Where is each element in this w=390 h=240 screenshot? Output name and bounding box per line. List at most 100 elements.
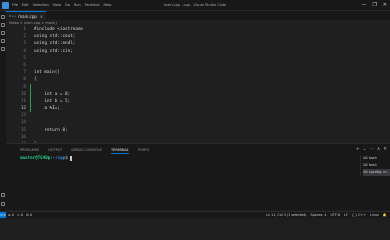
language-mode[interactable]: { } C++ [352, 212, 366, 218]
panel-tabs: PROBLEMS OUTPUT DEBUG CONSOLE TERMINAL P… [20, 147, 149, 154]
line-number: 2 [23, 34, 26, 40]
terminal-list-label: bash [368, 156, 377, 160]
search-icon[interactable] [1, 23, 5, 27]
encoding[interactable]: UTF-8 [331, 212, 341, 218]
code-line[interactable]: 9 [6, 83, 390, 91]
warnings-count[interactable]: ⚠ 0 [17, 212, 23, 218]
code-line[interactable]: 3 using std::endl; [6, 40, 390, 47]
line-number: 8 [23, 77, 26, 83]
line-number: 16 [20, 134, 26, 140]
git-change-marker [30, 105, 31, 113]
tab-close-icon[interactable]: × [40, 14, 43, 19]
tab-main-cpp[interactable]: C++ main.cpp × [6, 11, 47, 20]
status-left: ⊗ 0 ⚠ 0 ⚙ 0 [8, 212, 32, 218]
maximize-panel-icon[interactable]: ∧ [377, 147, 380, 153]
terminal-list-item[interactable]: ⌨bash [363, 162, 390, 169]
editor-area: C++ main.cpp × Video > main.cpp > main()… [6, 11, 390, 154]
panel-controls: + ⌄ ⋯ ∧ ✕ [356, 147, 387, 153]
remote-indicator-icon[interactable]: >< [0, 212, 6, 218]
line-number: 14 [20, 120, 26, 126]
window-controls: — ❐ ✕ [361, 2, 387, 8]
notifications-icon[interactable]: 🔔 [383, 212, 387, 218]
indentation[interactable]: Spaces: 4 [310, 212, 326, 218]
terminal-list-item[interactable]: ⌨bash [363, 155, 390, 162]
line-number: 9 [23, 84, 26, 90]
status-right: Ln 11, Col 3 (1 selected) Spaces: 4 UTF-… [266, 212, 387, 218]
tab-debug-console[interactable]: DEBUG CONSOLE [71, 147, 102, 154]
git-change-marker [30, 97, 31, 106]
more-actions-icon[interactable]: ⋯ [369, 147, 374, 153]
terminal-output[interactable]: master@T540p:~/cpp$ [20, 155, 73, 161]
close-icon[interactable]: ✕ [383, 2, 387, 8]
terminal-list: ⌨bash ⌨bash ⌨cppdbg: m… [360, 155, 390, 176]
settings-gear-icon[interactable] [1, 202, 5, 206]
run-debug-icon[interactable] [1, 39, 5, 43]
cursor-position[interactable]: Ln 11, Col 3 (1 selected) [266, 212, 306, 218]
terminal-icon: ⌨ [363, 156, 368, 160]
code-text: using std::endl; [34, 41, 76, 47]
code-text: a %I=; [34, 106, 60, 112]
line-number: 11 [20, 98, 26, 104]
tab-ports[interactable]: PORTS [138, 147, 149, 154]
code-line[interactable]: 15 return 0; [6, 127, 390, 134]
line-ending[interactable]: LF [344, 212, 348, 218]
code-line[interactable]: 11 int b = 5; [6, 97, 390, 106]
terminal-dropdown-icon[interactable]: ⌄ [363, 147, 367, 153]
line-number: 15 [20, 127, 26, 133]
code-line[interactable]: 1 #include <iostream> [6, 26, 390, 33]
code-text: int a = 0; [34, 91, 71, 97]
code-line[interactable]: 13 [6, 112, 390, 119]
explorer-icon[interactable] [1, 15, 5, 19]
terminal-list-item[interactable]: ⌨cppdbg: m… [363, 169, 390, 176]
ports-count[interactable]: ⚙ 0 [26, 212, 32, 218]
terminal-icon: ⌨ [363, 163, 368, 167]
close-panel-icon[interactable]: ✕ [383, 147, 387, 153]
line-number: 7 [23, 70, 26, 76]
line-number: 12 [20, 106, 26, 112]
code-text: #include <iostream> [34, 27, 84, 32]
window-title: main.cpp - cpp - Visual Studio Code [163, 3, 227, 7]
code-line[interactable]: 4 using std::cin; [6, 48, 390, 55]
code-text: return 0; [34, 127, 68, 133]
line-number: 10 [20, 91, 26, 97]
maximize-icon[interactable]: ❐ [372, 2, 376, 8]
git-change-marker [30, 83, 31, 91]
terminal-user: master@T540p [20, 155, 51, 160]
code-line[interactable]: 7 int main() [6, 69, 390, 76]
line-number: 6 [23, 62, 26, 68]
platform[interactable]: Linux [370, 212, 379, 218]
line-number: 4 [23, 48, 26, 54]
line-number: 1 [23, 27, 26, 32]
editor-tabs: C++ main.cpp × [6, 11, 390, 20]
code-line[interactable]: 16 [6, 134, 390, 141]
code-line[interactable]: 14 [6, 119, 390, 126]
title-bar: File Edit Selection View Go Run Terminal… [0, 0, 390, 11]
source-control-icon[interactable] [1, 31, 5, 35]
code-line[interactable]: 12 a %I=; [6, 105, 390, 113]
tab-terminal[interactable]: TERMINAL [111, 147, 129, 154]
debug-terminal-icon: ⌨ [363, 170, 368, 174]
line-number: 5 [23, 55, 26, 61]
code-line[interactable]: 5 [6, 55, 390, 62]
account-icon[interactable] [1, 193, 5, 197]
code-text: { [34, 77, 37, 83]
terminal-list-label: cppdbg: m… [368, 170, 390, 174]
code-line[interactable]: 8{ [6, 76, 390, 83]
terminal-path: ~/cpp [52, 155, 66, 160]
code-line[interactable]: 6 [6, 62, 390, 69]
new-terminal-icon[interactable]: + [356, 147, 360, 153]
cpp-file-icon: C++ [9, 14, 17, 18]
code-text: using std::cout; [34, 34, 76, 40]
errors-count[interactable]: ⊗ 0 [8, 212, 14, 218]
tab-problems[interactable]: PROBLEMS [20, 147, 39, 154]
minimize-icon[interactable]: — [361, 2, 366, 8]
git-change-marker [30, 90, 31, 98]
code-line[interactable]: 2 using std::cout; [6, 33, 390, 40]
extensions-icon[interactable] [1, 47, 5, 51]
terminal-list-label: bash [368, 163, 377, 167]
tab-output[interactable]: OUTPUT [48, 147, 62, 154]
tab-label: main.cpp [18, 13, 37, 19]
code-editor[interactable]: 1 #include <iostream>2 using std::cout; 3 us… [6, 26, 390, 155]
code-line[interactable]: 10 int a = 0; [6, 90, 390, 98]
line-number: 13 [20, 113, 26, 119]
